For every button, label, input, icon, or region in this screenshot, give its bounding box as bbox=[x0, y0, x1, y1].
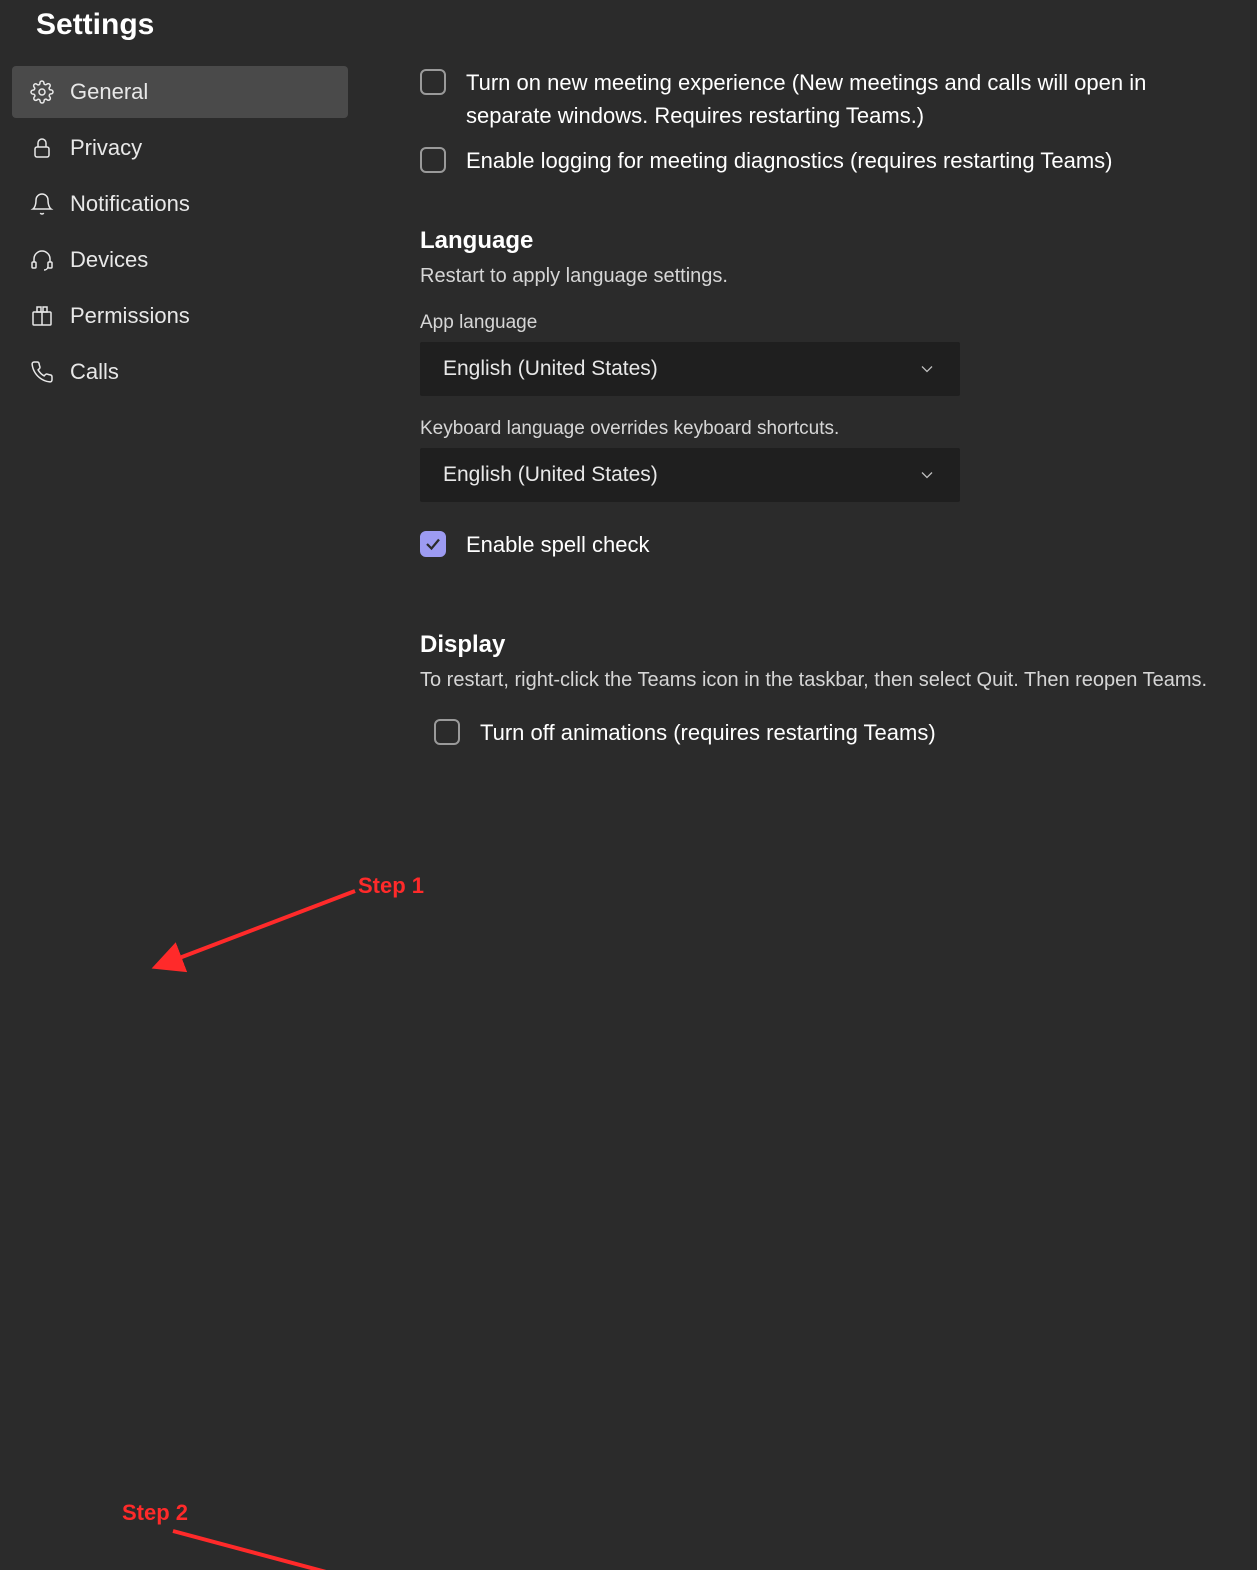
checkbox-new-meeting-experience[interactable] bbox=[420, 69, 446, 95]
sidebar-item-notifications[interactable]: Notifications bbox=[12, 178, 348, 230]
page-title: Settings bbox=[0, 0, 1257, 56]
display-description: To restart, right-click the Teams icon i… bbox=[420, 669, 1237, 692]
lock-icon bbox=[30, 136, 54, 160]
option-spellcheck: Enable spell check bbox=[420, 528, 1237, 561]
checkbox-label: Enable spell check bbox=[466, 528, 649, 561]
app-language-label: App language bbox=[420, 312, 1237, 334]
arrow-icon bbox=[165, 1521, 445, 1570]
option-enable-logging: Enable logging for meeting diagnostics (… bbox=[420, 144, 1237, 177]
sidebar-item-label: Calls bbox=[70, 359, 119, 385]
headset-icon bbox=[30, 248, 54, 272]
sidebar-item-privacy[interactable]: Privacy bbox=[12, 122, 348, 174]
settings-sidebar: General Privacy Notifications Devices Pe bbox=[0, 66, 360, 841]
checkbox-label: Enable logging for meeting diagnostics (… bbox=[466, 144, 1113, 177]
language-description: Restart to apply language settings. bbox=[420, 265, 1237, 288]
language-heading: Language bbox=[420, 227, 1237, 255]
checkbox-spellcheck[interactable] bbox=[420, 531, 446, 557]
checkbox-label: Turn on new meeting experience (New meet… bbox=[466, 66, 1237, 132]
keyboard-language-dropdown[interactable]: English (United States) bbox=[420, 448, 960, 502]
sidebar-item-calls[interactable]: Calls bbox=[12, 346, 348, 398]
dropdown-value: English (United States) bbox=[443, 463, 658, 487]
sidebar-item-general[interactable]: General bbox=[12, 66, 348, 118]
app-language-dropdown[interactable]: English (United States) bbox=[420, 342, 960, 396]
phone-icon bbox=[30, 360, 54, 384]
annotation-label: Step 1 bbox=[358, 873, 424, 899]
display-heading: Display bbox=[420, 631, 1237, 659]
sidebar-item-label: Permissions bbox=[70, 303, 190, 329]
option-new-meeting-experience: Turn on new meeting experience (New meet… bbox=[420, 66, 1237, 132]
checkbox-turn-off-animations[interactable] bbox=[434, 719, 460, 745]
package-icon bbox=[30, 304, 54, 328]
sidebar-item-permissions[interactable]: Permissions bbox=[12, 290, 348, 342]
chevron-down-icon bbox=[917, 359, 937, 379]
sidebar-item-label: Notifications bbox=[70, 191, 190, 217]
sidebar-item-label: Devices bbox=[70, 247, 148, 273]
gear-icon bbox=[30, 80, 54, 104]
sidebar-item-label: Privacy bbox=[70, 135, 142, 161]
chevron-down-icon bbox=[917, 465, 937, 485]
option-turn-off-animations: Turn off animations (requires restarting… bbox=[434, 716, 1237, 749]
arrow-icon bbox=[160, 885, 360, 975]
bell-icon bbox=[30, 192, 54, 216]
sidebar-item-label: General bbox=[70, 79, 148, 105]
annotation-label: Step 2 bbox=[122, 1500, 188, 1526]
sidebar-item-devices[interactable]: Devices bbox=[12, 234, 348, 286]
keyboard-language-label: Keyboard language overrides keyboard sho… bbox=[420, 418, 1237, 440]
dropdown-value: English (United States) bbox=[443, 357, 658, 381]
checkbox-enable-logging[interactable] bbox=[420, 147, 446, 173]
checkbox-label: Turn off animations (requires restarting… bbox=[480, 716, 936, 749]
main-content: Turn on new meeting experience (New meet… bbox=[360, 66, 1257, 841]
